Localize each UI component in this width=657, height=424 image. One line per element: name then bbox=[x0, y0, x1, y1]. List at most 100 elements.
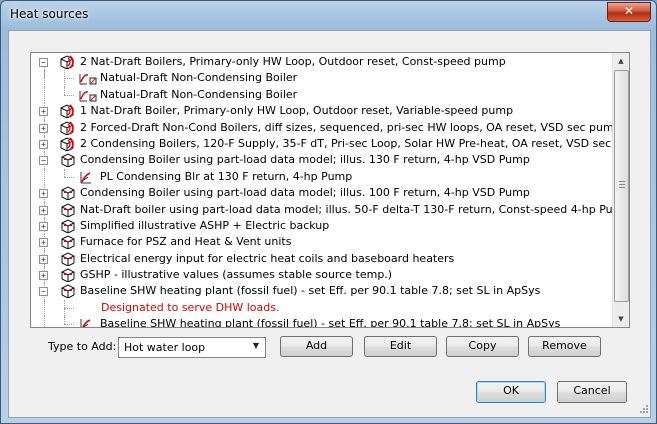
tree-row[interactable]: + Furnace for PSZ and Heat & Vent units bbox=[31, 234, 613, 251]
tree-row[interactable]: − Condensing Boiler using part-load data … bbox=[31, 152, 613, 169]
ok-button[interactable]: OK bbox=[476, 381, 546, 403]
tree-row[interactable]: Natual-Draft Non-Condensing Boiler bbox=[31, 86, 613, 104]
cube-icon bbox=[59, 219, 77, 234]
thumb-grip-line bbox=[619, 181, 625, 182]
tree-row-label: Furnace for PSZ and Heat & Vent units bbox=[80, 235, 292, 249]
tree-row[interactable]: PL Condensing Blr at 130 F return, 4-hp … bbox=[31, 168, 613, 186]
collapse-minus-icon[interactable]: − bbox=[39, 58, 48, 67]
tree-connector-line bbox=[44, 86, 45, 104]
tree-connector-line bbox=[44, 70, 45, 87]
tree-row-label: PL Condensing Blr at 130 F return, 4-hp … bbox=[100, 169, 353, 183]
expand-plus-icon[interactable]: + bbox=[39, 139, 48, 149]
tree-row[interactable]: +1 Nat-Draft Boiler, Primary-only HW Loo… bbox=[31, 103, 613, 120]
tree-row-label: Natual-Draft Non-Condensing Boiler bbox=[100, 87, 298, 101]
scrollbar-thumb[interactable] bbox=[614, 70, 629, 302]
cube-icon bbox=[59, 202, 77, 218]
resize-grip-icon[interactable] bbox=[637, 404, 649, 416]
pl-curve-icon bbox=[79, 170, 97, 184]
tree-row[interactable]: + GSHP - illustrative values (assumes sta… bbox=[31, 267, 613, 284]
expand-plus-icon[interactable]: + bbox=[39, 189, 48, 199]
cube-icon bbox=[59, 252, 77, 267]
cube-icon bbox=[59, 235, 77, 250]
tree-row[interactable]: + Simplified illustrative ASHP + Electric… bbox=[31, 217, 613, 235]
collapse-minus-icon[interactable]: − bbox=[39, 287, 48, 297]
tree-row[interactable]: + Electrical energy input for electric he… bbox=[31, 250, 613, 268]
thumb-grip-line bbox=[619, 184, 625, 185]
tree-connector-line bbox=[64, 176, 74, 178]
tree-row-label: 2 Nat-Draft Boilers, Primary-only HW Loo… bbox=[80, 55, 506, 68]
tree-connector-line bbox=[64, 168, 65, 177]
window-title: Heat sources bbox=[10, 7, 89, 21]
collapse-minus-icon[interactable]: − bbox=[39, 156, 48, 166]
tree-connector-line bbox=[64, 307, 74, 309]
add-button[interactable]: Add bbox=[280, 336, 353, 357]
boiler-curve-icon bbox=[79, 71, 97, 85]
expand-plus-icon[interactable]: + bbox=[39, 221, 48, 231]
scroll-up-arrow-icon[interactable]: ▲ bbox=[613, 53, 629, 69]
title-bar[interactable]: Heat sources ✕ bbox=[1, 1, 656, 29]
tree-connector-line bbox=[64, 78, 74, 80]
heat-sources-window: Heat sources ✕ − 2 Nat-Draft Boilers, Pri… bbox=[0, 0, 657, 424]
tree-row[interactable]: Baseline SHW heating plant (fossil fuel)… bbox=[31, 316, 613, 328]
thumb-grip-line bbox=[619, 187, 625, 188]
tree-row[interactable]: + Condensing Boiler using part-load data … bbox=[31, 185, 613, 202]
scroll-down-arrow-icon[interactable]: ▼ bbox=[613, 311, 629, 327]
cube-icon bbox=[59, 186, 77, 201]
select-value: Hot water loop bbox=[124, 341, 206, 354]
remove-button[interactable]: Remove bbox=[528, 336, 601, 357]
pl-curve-icon bbox=[79, 317, 97, 327]
tree-row-label: Simplified illustrative ASHP + Electric … bbox=[80, 218, 330, 232]
tree-row-label: Nat-Draft boiler using part-load data mo… bbox=[80, 202, 630, 216]
type-to-add-select[interactable]: Hot water loop ▼ bbox=[118, 337, 266, 358]
tree-row-label: Condensing Boiler using part-load data m… bbox=[80, 186, 530, 200]
boiler-group-icon bbox=[59, 104, 77, 119]
tree-connector-line bbox=[64, 316, 65, 325]
tree-row[interactable]: − Baseline SHW heating plant (fossil fuel… bbox=[31, 283, 613, 300]
vertical-scrollbar[interactable]: ▲ ▼ bbox=[612, 53, 629, 327]
dialog-client-area: − 2 Nat-Draft Boilers, Primary-only HW Lo… bbox=[8, 30, 651, 418]
tree-row-label: Baseline SHW heating plant (fossil fuel)… bbox=[80, 284, 541, 298]
tree-row-label: 2 Forced-Draft Non-Cond Boilers, diff si… bbox=[80, 120, 621, 134]
tree-connector-line bbox=[44, 316, 45, 327]
expand-plus-icon[interactable]: + bbox=[39, 107, 48, 117]
boiler-curve-icon bbox=[79, 88, 97, 102]
tree-row[interactable]: Natual-Draft Non-Condensing Boiler bbox=[31, 70, 613, 87]
edit-button[interactable]: Edit bbox=[364, 336, 437, 357]
tree-rows: − 2 Nat-Draft Boilers, Primary-only HW Lo… bbox=[31, 54, 629, 328]
tree-connector-line bbox=[44, 168, 45, 186]
cube-icon bbox=[59, 268, 77, 283]
tree-row-label: Baseline SHW heating plant (fossil fuel)… bbox=[100, 317, 561, 328]
expand-plus-icon[interactable]: + bbox=[39, 238, 48, 248]
tree-row-label: Designated to serve DHW loads. bbox=[101, 300, 280, 314]
dropdown-arrow-icon[interactable]: ▼ bbox=[253, 341, 259, 350]
expand-plus-icon[interactable]: + bbox=[39, 254, 48, 264]
tree-row-label: 1 Nat-Draft Boiler, Primary-only HW Loop… bbox=[80, 104, 514, 118]
tree-row-label: Natual-Draft Non-Condensing Boiler bbox=[100, 71, 298, 85]
heat-sources-tree[interactable]: − 2 Nat-Draft Boilers, Primary-only HW Lo… bbox=[30, 52, 630, 328]
tree-row-label: 2 Condensing Boilers, 120-F Supply, 35-F… bbox=[80, 136, 630, 150]
boiler-group-icon bbox=[59, 137, 77, 152]
copy-button[interactable]: Copy bbox=[446, 336, 519, 357]
tree-row[interactable]: Designated to serve DHW loads. bbox=[31, 299, 613, 317]
tree-row-label: GSHP - illustrative values (assumes stab… bbox=[80, 268, 393, 282]
tree-row[interactable]: +2 Forced-Draft Non-Cond Boilers, diff s… bbox=[31, 119, 621, 136]
tree-connector-line bbox=[64, 94, 74, 96]
expand-plus-icon[interactable]: + bbox=[39, 123, 48, 133]
tree-row[interactable]: +2 Condensing Boilers, 120-F Supply, 35-… bbox=[31, 135, 629, 153]
boiler-group-icon bbox=[59, 55, 77, 70]
tree-row-label: Condensing Boiler using part-load data m… bbox=[80, 153, 530, 167]
tree-row-label: Electrical energy input for electric hea… bbox=[80, 251, 455, 265]
boiler-group-icon bbox=[59, 120, 77, 136]
close-button[interactable]: ✕ bbox=[607, 2, 651, 22]
expand-plus-icon[interactable]: + bbox=[39, 205, 48, 215]
tree-connector-line bbox=[64, 86, 65, 95]
cube-icon bbox=[59, 153, 77, 168]
cancel-button[interactable]: Cancel bbox=[557, 381, 627, 403]
expand-plus-icon[interactable]: + bbox=[39, 271, 48, 281]
cube-icon bbox=[59, 284, 77, 300]
type-to-add-label: Type to Add: bbox=[48, 340, 117, 353]
tree-connector-line bbox=[64, 324, 74, 326]
tree-row[interactable]: + Nat-Draft boiler using part-load data m… bbox=[31, 201, 629, 218]
tree-row[interactable]: − 2 Nat-Draft Boilers, Primary-only HW Lo… bbox=[31, 54, 613, 79]
tree-connector-line bbox=[44, 299, 45, 317]
